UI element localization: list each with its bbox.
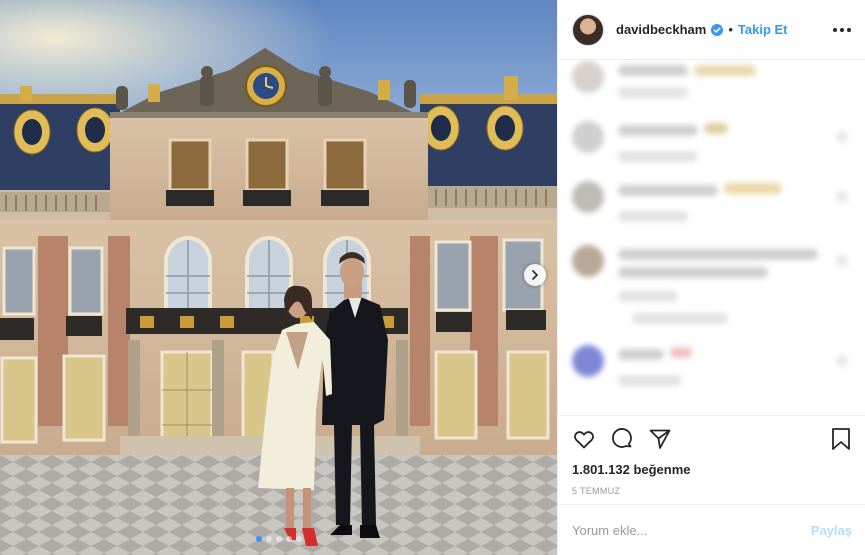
list-item bbox=[572, 61, 852, 121]
carousel-dot bbox=[285, 536, 292, 542]
comment-avatar bbox=[572, 245, 604, 277]
carousel-dot bbox=[295, 536, 302, 542]
follow-button[interactable]: Takip Et bbox=[738, 22, 788, 37]
list-item bbox=[572, 345, 852, 405]
username-link[interactable]: davidbeckham bbox=[616, 22, 706, 37]
header-separator: • bbox=[728, 22, 733, 37]
list-item bbox=[572, 245, 852, 345]
comment-avatar bbox=[572, 61, 604, 93]
comment-avatar bbox=[572, 121, 604, 153]
more-options-icon[interactable] bbox=[833, 24, 851, 36]
bookmark-icon[interactable] bbox=[830, 427, 852, 451]
carousel-dot bbox=[255, 536, 262, 542]
post-comment-button[interactable]: Paylaş bbox=[811, 523, 852, 538]
list-item bbox=[572, 181, 852, 241]
comment-avatar bbox=[572, 345, 604, 377]
comment-input[interactable] bbox=[572, 522, 811, 538]
comment-form: Paylaş bbox=[558, 504, 865, 555]
share-icon[interactable] bbox=[648, 427, 672, 451]
carousel-dot bbox=[275, 536, 282, 542]
heart-icon[interactable] bbox=[572, 427, 596, 451]
comment-icon[interactable] bbox=[610, 427, 634, 451]
list-item bbox=[572, 121, 852, 181]
verified-badge-icon bbox=[711, 23, 724, 36]
post-photo[interactable] bbox=[0, 0, 557, 555]
carousel-dot bbox=[265, 536, 272, 542]
action-icons-row bbox=[572, 416, 852, 462]
comments-list-blurred bbox=[558, 61, 865, 415]
post-side-panel: davidbeckham • Takip Et 1.801.132 beğenm… bbox=[557, 0, 865, 555]
post-date[interactable]: 5 TEMMUZ bbox=[572, 486, 852, 496]
likes-count[interactable]: 1.801.132 beğenme bbox=[572, 462, 852, 478]
chevron-right-icon bbox=[532, 270, 538, 280]
post-header: davidbeckham • Takip Et bbox=[558, 0, 865, 60]
carousel-dots bbox=[0, 536, 557, 542]
palace-photo bbox=[0, 0, 557, 555]
avatar[interactable] bbox=[572, 13, 604, 46]
post-actions: 1.801.132 beğenme 5 TEMMUZ bbox=[558, 415, 865, 496]
comment-avatar bbox=[572, 181, 604, 213]
carousel-next-button[interactable] bbox=[524, 264, 546, 286]
